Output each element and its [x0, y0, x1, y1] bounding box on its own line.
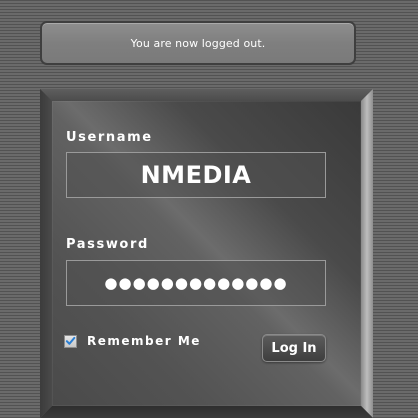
frame-bevel-right [361, 89, 373, 418]
login-panel: Username NMEDIA Password ●●●●●●●●●●●●● R… [52, 101, 361, 406]
frame-bevel-top [40, 89, 373, 101]
checkmark-icon [65, 336, 76, 345]
logout-message-text: You are now logged out. [130, 36, 266, 50]
remember-me-row: Remember Me [64, 334, 201, 348]
password-label: Password [66, 237, 149, 252]
login-frame: Username NMEDIA Password ●●●●●●●●●●●●● R… [40, 89, 373, 418]
logout-message-banner: You are now logged out. [40, 21, 356, 65]
remember-me-label: Remember Me [87, 334, 201, 348]
login-button[interactable]: Log In [262, 334, 326, 362]
username-label: Username [66, 130, 153, 145]
frame-bevel-left [40, 89, 52, 418]
frame-bevel-bottom [40, 406, 373, 418]
username-field[interactable]: NMEDIA [66, 152, 326, 198]
remember-me-checkbox[interactable] [64, 334, 77, 348]
password-field[interactable]: ●●●●●●●●●●●●● [66, 260, 326, 306]
